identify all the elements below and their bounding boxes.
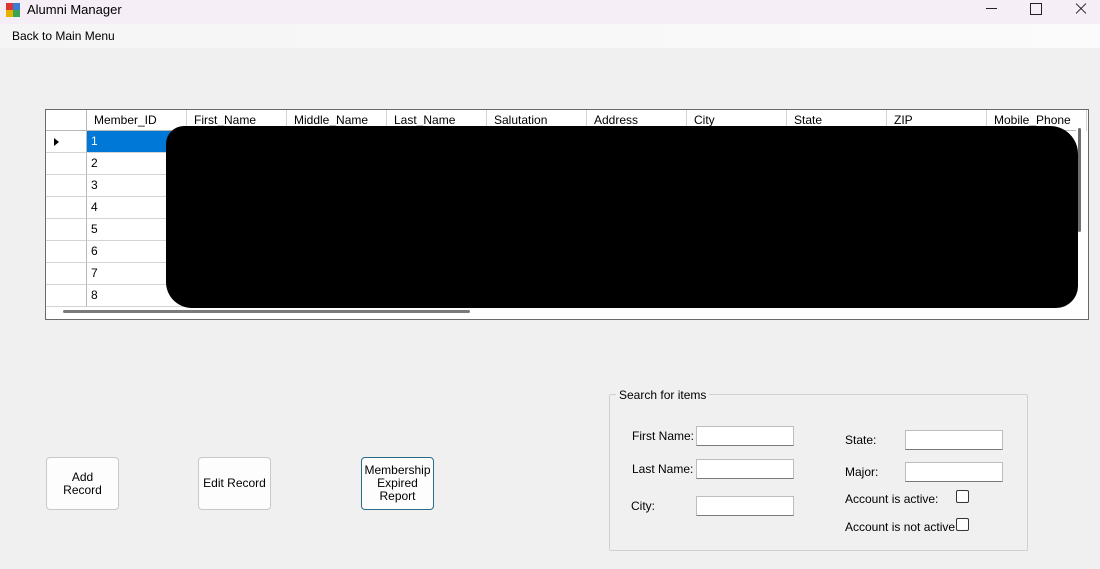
major-input[interactable] <box>905 462 1003 482</box>
row-header[interactable] <box>46 131 87 153</box>
column-header[interactable]: Member_ID <box>87 110 187 131</box>
row-header[interactable] <box>46 285 87 307</box>
grid-corner-cell[interactable] <box>46 110 87 131</box>
close-icon[interactable] <box>1058 0 1100 20</box>
account-not-active-checkbox[interactable] <box>956 518 969 531</box>
first-name-label: First Name: <box>632 429 695 443</box>
add-record-button[interactable]: Add Record <box>46 457 119 510</box>
window-title: Alumni Manager <box>27 2 122 17</box>
membership-expired-report-button[interactable]: Membership Expired Report <box>361 457 434 510</box>
account-active-checkbox[interactable] <box>956 490 969 503</box>
title-bar: Alumni Manager <box>0 0 1100 24</box>
last-name-label: Last Name: <box>632 462 694 476</box>
state-input[interactable] <box>905 430 1003 450</box>
back-to-main-menu[interactable]: Back to Main Menu <box>12 29 115 43</box>
row-header[interactable] <box>46 197 87 219</box>
redaction-block <box>166 126 1078 308</box>
menu-bar: Back to Main Menu <box>0 24 1100 48</box>
app-window-icon <box>6 3 20 17</box>
horizontal-scrollbar[interactable] <box>63 310 470 313</box>
first-name-input[interactable] <box>696 426 794 446</box>
account-active-label: Account is active: <box>845 492 939 506</box>
minimize-icon[interactable] <box>968 0 1014 20</box>
edit-record-button[interactable]: Edit Record <box>198 457 271 510</box>
maximize-icon[interactable] <box>1012 0 1058 20</box>
current-row-icon <box>54 138 59 146</box>
row-header[interactable] <box>46 219 87 241</box>
state-label: State: <box>845 433 877 447</box>
last-name-input[interactable] <box>696 459 794 479</box>
account-not-active-label: Account is not active <box>845 520 956 534</box>
members-grid[interactable]: Member_ID First_Name Middle_Name Last_Na… <box>45 109 1089 320</box>
city-label: City: <box>631 499 655 513</box>
city-input[interactable] <box>696 496 794 516</box>
row-header[interactable] <box>46 153 87 175</box>
search-group: Search for items First Name: Last Name: … <box>609 388 1028 551</box>
major-label: Major: <box>845 465 879 479</box>
row-header[interactable] <box>46 175 87 197</box>
row-header[interactable] <box>46 241 87 263</box>
search-group-title: Search for items <box>616 388 710 402</box>
vertical-scrollbar[interactable] <box>1078 128 1081 232</box>
row-header[interactable] <box>46 263 87 285</box>
